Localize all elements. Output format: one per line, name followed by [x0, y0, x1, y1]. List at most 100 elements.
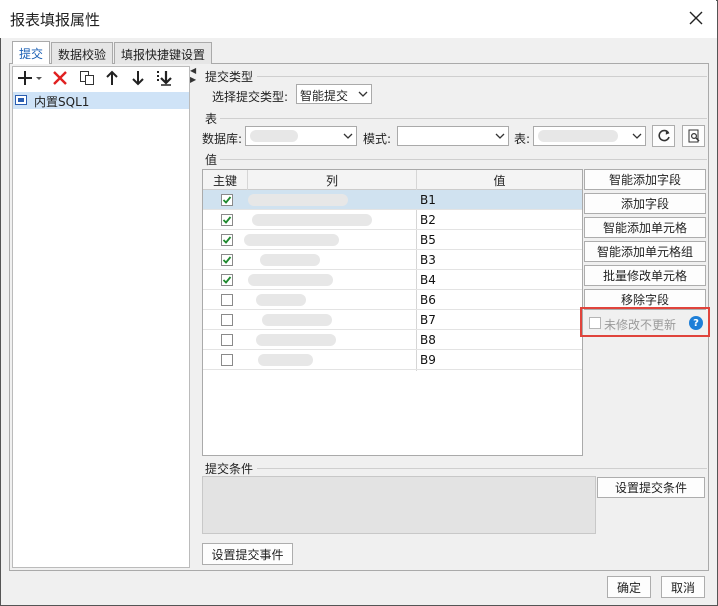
- cancel-button[interactable]: 取消: [661, 576, 705, 598]
- redacted-value: [538, 130, 618, 142]
- database-select[interactable]: [245, 126, 357, 146]
- value-section-label: 值: [205, 153, 218, 167]
- primary-key-checkbox[interactable]: [221, 314, 233, 326]
- submit-type-field-label: 选择提交类型:: [212, 90, 289, 104]
- table-label: 表:: [514, 132, 531, 146]
- schema-select[interactable]: [397, 126, 509, 146]
- preview-button[interactable]: [682, 125, 705, 147]
- database-icon: [15, 95, 27, 105]
- close-button[interactable]: [685, 7, 707, 29]
- splitter-collapse-icon[interactable]: ◀ ▶: [190, 66, 196, 84]
- redacted-column-name: [248, 194, 348, 206]
- submit-type-value: 智能提交: [300, 89, 349, 103]
- tab-shortcut-settings[interactable]: 填报快捷键设置: [114, 42, 213, 64]
- redacted-column-name: [258, 354, 313, 366]
- section-divider: [257, 76, 707, 77]
- move-up-icon: [106, 70, 118, 85]
- smart-add-cell-button[interactable]: 智能添加单元格: [584, 217, 706, 238]
- primary-key-checkbox[interactable]: [221, 294, 233, 306]
- column-header-value[interactable]: 值: [417, 170, 582, 190]
- submit-list-pane: [12, 66, 190, 568]
- primary-key-checkbox[interactable]: [221, 234, 233, 246]
- redacted-column-name: [244, 234, 339, 246]
- section-divider: [220, 118, 707, 119]
- refresh-button[interactable]: [652, 125, 675, 147]
- database-label: 数据库:: [202, 132, 243, 146]
- primary-key-checkbox[interactable]: [221, 214, 233, 226]
- ok-button[interactable]: 确定: [607, 576, 651, 598]
- section-divider: [220, 159, 707, 160]
- move-bottom-icon: [157, 71, 172, 86]
- delete-icon: [53, 71, 67, 85]
- value-cell: B1: [420, 193, 436, 207]
- value-cell: B7: [420, 313, 436, 327]
- submit-type-select[interactable]: 智能提交: [296, 84, 372, 104]
- chevron-down-icon: [341, 127, 355, 145]
- add-field-button[interactable]: 添加字段: [584, 193, 706, 214]
- redacted-value: [250, 130, 298, 142]
- redacted-column-name: [256, 334, 336, 346]
- tab-submit[interactable]: 提交: [12, 41, 51, 64]
- value-cell: B2: [420, 213, 436, 227]
- primary-key-checkbox[interactable]: [221, 334, 233, 346]
- set-submit-event-button[interactable]: 设置提交事件: [202, 543, 293, 565]
- no-update-unmodified-label: 未修改不更新: [604, 318, 677, 332]
- chevron-down-icon: [493, 127, 507, 145]
- copy-icon: [80, 71, 94, 85]
- title-bar: [0, 0, 716, 38]
- check-icon: [222, 216, 232, 224]
- value-cell: B6: [420, 293, 436, 307]
- primary-key-checkbox[interactable]: [221, 254, 233, 266]
- redacted-column-name: [256, 294, 306, 306]
- redacted-column-name: [252, 214, 372, 226]
- submit-type-section-label: 提交类型: [205, 70, 254, 84]
- redacted-column-name: [260, 254, 320, 266]
- smart-add-cell-group-button[interactable]: 智能添加单元格组: [584, 241, 706, 262]
- batch-modify-cell-button[interactable]: 批量修改单元格: [584, 265, 706, 286]
- refresh-icon: [657, 129, 670, 142]
- column-divider: [247, 170, 248, 190]
- move-bottom-button[interactable]: [154, 68, 174, 88]
- section-divider: [257, 468, 707, 469]
- redacted-column-name: [248, 274, 333, 286]
- add-dropdown-icon: [18, 71, 42, 85]
- check-icon: [222, 236, 232, 244]
- chevron-down-icon: [630, 127, 644, 145]
- check-icon: [222, 256, 232, 264]
- primary-key-checkbox[interactable]: [221, 354, 233, 366]
- copy-button[interactable]: [77, 68, 97, 88]
- table-row[interactable]: [203, 310, 582, 330]
- help-icon[interactable]: ?: [689, 316, 703, 330]
- move-down-button[interactable]: [128, 68, 148, 88]
- column-header-column[interactable]: 列: [248, 170, 416, 190]
- check-icon: [222, 276, 232, 284]
- move-down-icon: [132, 71, 144, 86]
- value-cell: B8: [420, 333, 436, 347]
- preview-icon: [688, 129, 699, 143]
- close-icon: [689, 11, 703, 25]
- value-cell: B5: [420, 233, 436, 247]
- submit-condition-box: [202, 476, 596, 534]
- check-icon: [222, 196, 232, 204]
- primary-key-checkbox[interactable]: [221, 274, 233, 286]
- column-header-key[interactable]: 主键: [203, 170, 247, 190]
- set-submit-condition-button[interactable]: 设置提交条件: [597, 477, 705, 498]
- add-dropdown-button[interactable]: [17, 68, 45, 88]
- dialog-title: 报表填报属性: [10, 11, 101, 29]
- redacted-column-name: [262, 314, 332, 326]
- value-cell: B9: [420, 353, 436, 367]
- submit-condition-section-label: 提交条件: [205, 462, 254, 476]
- value-cell: B4: [420, 273, 436, 287]
- move-up-button[interactable]: [102, 68, 122, 88]
- table-select[interactable]: [533, 126, 646, 146]
- value-cell: B3: [420, 253, 436, 267]
- schema-label: 模式:: [363, 132, 392, 146]
- primary-key-checkbox[interactable]: [221, 194, 233, 206]
- delete-button[interactable]: [50, 68, 70, 88]
- tab-data-validation[interactable]: 数据校验: [51, 42, 114, 64]
- list-item-label: 内置SQL1: [34, 95, 90, 109]
- chevron-down-icon: [356, 85, 370, 103]
- smart-add-field-button[interactable]: 智能添加字段: [584, 169, 706, 190]
- table-section-label: 表: [205, 112, 218, 126]
- no-update-unmodified-checkbox[interactable]: [589, 317, 601, 329]
